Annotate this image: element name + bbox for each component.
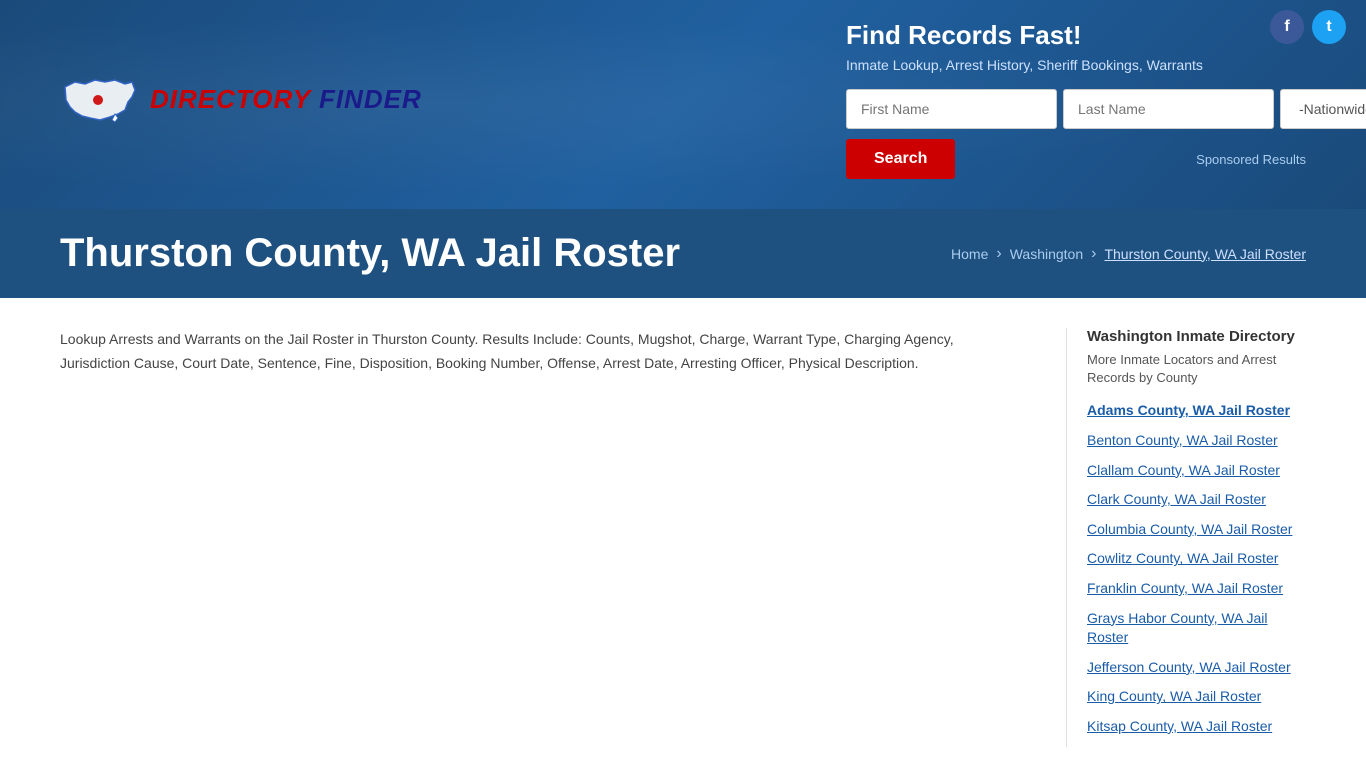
sidebar-link[interactable]: Clallam County, WA Jail Roster [1087, 462, 1280, 478]
search-row: Search Sponsored Results [846, 139, 1306, 179]
sidebar-subtitle: More Inmate Locators and Arrest Records … [1087, 351, 1306, 387]
sidebar-link[interactable]: Jefferson County, WA Jail Roster [1087, 659, 1291, 675]
search-inputs: -Nationwide- [846, 89, 1306, 129]
list-item: Kitsap County, WA Jail Roster [1087, 717, 1306, 737]
breadcrumb: Home › Washington › Thurston County, WA … [951, 245, 1306, 263]
twitter-icon[interactable]: t [1312, 10, 1346, 44]
right-sidebar: Washington Inmate Directory More Inmate … [1066, 328, 1306, 747]
breadcrumb-state[interactable]: Washington [1010, 246, 1083, 262]
sidebar-link[interactable]: King County, WA Jail Roster [1087, 688, 1261, 704]
sidebar-link[interactable]: Columbia County, WA Jail Roster [1087, 521, 1292, 537]
search-button[interactable]: Search [846, 139, 955, 179]
last-name-input[interactable] [1063, 89, 1274, 129]
social-bar: f t [1270, 10, 1346, 44]
list-item: Grays Habor County, WA Jail Roster [1087, 609, 1306, 648]
logo-text: Directory Finder [150, 84, 422, 115]
breadcrumb-separator-1: › [996, 245, 1001, 263]
list-item: Adams County, WA Jail Roster [1087, 401, 1306, 421]
list-item: Franklin County, WA Jail Roster [1087, 579, 1306, 599]
list-item: Jefferson County, WA Jail Roster [1087, 658, 1306, 678]
breadcrumb-home[interactable]: Home [951, 246, 988, 262]
sidebar-link[interactable]: Clark County, WA Jail Roster [1087, 491, 1266, 507]
list-item: Cowlitz County, WA Jail Roster [1087, 549, 1306, 569]
logo-container: Directory Finder [60, 72, 422, 127]
main-content: Lookup Arrests and Warrants on the Jail … [0, 298, 1366, 777]
sidebar-link[interactable]: Adams County, WA Jail Roster [1087, 402, 1290, 418]
sidebar-link[interactable]: Franklin County, WA Jail Roster [1087, 580, 1283, 596]
header: Directory Finder Find Records Fast! Inma… [0, 0, 1366, 209]
list-item: King County, WA Jail Roster [1087, 687, 1306, 707]
sidebar-link[interactable]: Benton County, WA Jail Roster [1087, 432, 1278, 448]
logo-area: Directory Finder [60, 72, 422, 127]
sidebar-link[interactable]: Cowlitz County, WA Jail Roster [1087, 550, 1278, 566]
list-item: Benton County, WA Jail Roster [1087, 431, 1306, 451]
list-item: Clark County, WA Jail Roster [1087, 490, 1306, 510]
breadcrumb-current: Thurston County, WA Jail Roster [1104, 246, 1306, 262]
facebook-icon[interactable]: f [1270, 10, 1304, 44]
logo-map-icon [60, 72, 140, 127]
state-select[interactable]: -Nationwide- [1280, 89, 1366, 129]
list-item: Clallam County, WA Jail Roster [1087, 461, 1306, 481]
sidebar-links: Adams County, WA Jail Roster Benton Count… [1087, 401, 1306, 736]
breadcrumb-separator-2: › [1091, 245, 1096, 263]
list-item: Columbia County, WA Jail Roster [1087, 520, 1306, 540]
sidebar-link[interactable]: Kitsap County, WA Jail Roster [1087, 718, 1272, 734]
search-title: Find Records Fast! [846, 20, 1306, 51]
page-description: Lookup Arrests and Warrants on the Jail … [60, 328, 1026, 376]
search-area: Find Records Fast! Inmate Lookup, Arrest… [846, 20, 1306, 179]
page-title-bar: Thurston County, WA Jail Roster Home › W… [0, 209, 1366, 298]
search-subtitle: Inmate Lookup, Arrest History, Sheriff B… [846, 57, 1306, 73]
first-name-input[interactable] [846, 89, 1057, 129]
sponsored-label: Sponsored Results [1196, 152, 1306, 167]
sidebar-link[interactable]: Grays Habor County, WA Jail Roster [1087, 610, 1268, 646]
sidebar-title: Washington Inmate Directory [1087, 328, 1306, 345]
left-content: Lookup Arrests and Warrants on the Jail … [60, 328, 1066, 747]
page-title: Thurston County, WA Jail Roster [60, 231, 680, 276]
